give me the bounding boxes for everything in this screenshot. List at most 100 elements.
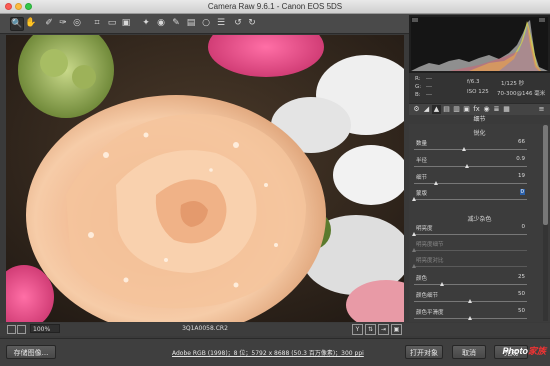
focal-length: 70-300@146 毫米 xyxy=(497,91,546,97)
before-after-icon[interactable]: Y xyxy=(352,324,363,335)
rgb-g-value: --- xyxy=(426,84,432,90)
slider-label: 颜色平滑度 xyxy=(416,310,444,316)
bottom-bar: 存储图像... Adobe RGB (1998)；8 位；5792 x 8688… xyxy=(0,338,550,366)
right-panel: R: --- G: --- B: --- f/6.3 1/125 秒 ISO 1… xyxy=(409,15,550,322)
adjustment-brush-icon[interactable]: ✎ xyxy=(170,17,182,29)
sharpen-title: 锐化 xyxy=(473,130,486,137)
image-preview[interactable] xyxy=(6,35,404,322)
watermark-logo: Photo家族 xyxy=(502,344,546,357)
section-title: 细节 xyxy=(409,115,550,124)
target-adjust-icon[interactable]: ◎ xyxy=(71,17,83,29)
panel-menu-icon[interactable]: ≡ xyxy=(537,105,546,114)
lens-corrections-tab-icon[interactable]: ▣ xyxy=(462,105,471,114)
slider-value[interactable]: 50 xyxy=(518,291,525,297)
camera-info: R: --- G: --- B: --- f/6.3 1/125 秒 ISO 1… xyxy=(409,73,550,103)
slider-label: 数量 xyxy=(416,141,428,147)
slider-label: 颜色细节 xyxy=(416,293,439,299)
luminance-slider[interactable] xyxy=(412,232,527,236)
preview-statusbar: 100% 3Q1A0058.CR2 Y ⇅ ⇥ ▣ xyxy=(0,323,550,336)
filename: 3Q1A0058.CR2 xyxy=(182,325,228,332)
scrollbar-thumb[interactable] xyxy=(543,125,548,225)
swap-settings-icon[interactable]: ⇅ xyxy=(365,324,376,335)
slider-thumb[interactable] xyxy=(468,299,472,303)
noise-reduction-title: 减少杂色 xyxy=(467,216,492,223)
slider-label: 细节 xyxy=(416,175,428,181)
shutter-speed: 1/125 秒 xyxy=(501,81,525,87)
transform-icon[interactable]: ▣ xyxy=(120,17,132,29)
slider-thumb[interactable] xyxy=(462,147,466,151)
rgb-r-value: --- xyxy=(426,76,432,82)
slider-value[interactable]: 25 xyxy=(518,274,525,280)
iso: ISO 125 xyxy=(467,89,489,95)
window-title: Camera Raw 9.6.1 - Canon EOS 5DS xyxy=(207,2,343,11)
rgb-b-value: --- xyxy=(426,92,432,98)
window-titlebar: Camera Raw 9.6.1 - Canon EOS 5DS xyxy=(0,0,550,14)
rgb-r-label: R: xyxy=(415,76,421,82)
camera-calibration-tab-icon[interactable]: ◉ xyxy=(482,105,491,114)
color-detail-slider[interactable] xyxy=(414,299,527,303)
graduated-filter-icon[interactable]: ▤ xyxy=(185,17,197,29)
rotate-right-icon[interactable]: ↻ xyxy=(246,17,258,29)
slider-label: 明亮度 xyxy=(416,226,433,232)
preferences-icon[interactable]: ☰ xyxy=(215,17,227,29)
amount-slider[interactable] xyxy=(414,147,527,151)
slider-value[interactable]: 50 xyxy=(518,308,525,314)
split-toning-tab-icon[interactable]: ▥ xyxy=(452,105,461,114)
slider-thumb[interactable] xyxy=(465,164,469,168)
slider-label: 蒙版 xyxy=(416,191,428,197)
tone-curve-tab-icon[interactable]: ◢ xyxy=(422,105,431,114)
slider-value[interactable]: 19 xyxy=(518,173,525,179)
straighten-icon[interactable]: ▭ xyxy=(106,17,118,29)
spot-removal-icon[interactable]: ✦ xyxy=(140,17,152,29)
slider-value[interactable]: 0 xyxy=(522,224,526,230)
radial-filter-icon[interactable]: ○ xyxy=(200,17,212,29)
basic-tab-icon[interactable]: ⚙ xyxy=(412,105,421,114)
slider-value[interactable]: 66 xyxy=(518,139,525,145)
slider-thumb xyxy=(412,248,416,252)
slider-label: 颜色 xyxy=(416,276,428,282)
effects-tab-icon[interactable]: fx xyxy=(472,105,481,114)
color-slider[interactable] xyxy=(414,282,527,286)
color-sampler-icon[interactable]: ✑ xyxy=(57,17,69,29)
flower-photo xyxy=(6,35,404,322)
copy-settings-icon[interactable]: ⇥ xyxy=(378,324,389,335)
slider-label: 半径 xyxy=(416,158,428,164)
save-image-button[interactable]: 存储图像... xyxy=(6,345,56,359)
presets-tab-icon[interactable]: ≣ xyxy=(492,105,501,114)
slider-value[interactable]: 0.9 xyxy=(516,156,525,162)
open-object-button[interactable]: 打开对象 xyxy=(405,345,443,359)
watermark-accent: 家族 xyxy=(527,346,546,356)
white-balance-icon[interactable]: ✐ xyxy=(43,17,55,29)
slider-thumb[interactable] xyxy=(468,316,472,320)
slider-thumb[interactable] xyxy=(412,197,416,201)
panel-scrollbar[interactable] xyxy=(543,125,548,321)
histogram xyxy=(409,15,550,73)
slider-thumb[interactable] xyxy=(434,181,438,185)
masking-slider[interactable] xyxy=(412,197,527,201)
color-smoothness-slider[interactable] xyxy=(414,316,527,320)
slider-label: 明亮度细节 xyxy=(416,242,444,248)
detail-tab-icon[interactable]: ▲ xyxy=(432,105,441,114)
hand-icon[interactable]: ✋ xyxy=(25,17,37,29)
detail-slider[interactable] xyxy=(414,181,527,185)
hsl-tab-icon[interactable]: ▤ xyxy=(442,105,451,114)
rotate-left-icon[interactable]: ↺ xyxy=(232,17,244,29)
watermark-main: Photo xyxy=(502,346,528,356)
workflow-options-link[interactable]: Adobe RGB (1998)；8 位；5792 x 8688 (50.3 百… xyxy=(172,348,364,357)
crop-icon[interactable]: ⌗ xyxy=(91,17,103,29)
luminance-contrast-slider xyxy=(412,264,527,268)
slider-label: 明亮度对比 xyxy=(416,258,444,264)
toggle-settings-icon[interactable]: ▣ xyxy=(391,324,402,335)
rgb-g-label: G: xyxy=(415,84,422,90)
radius-slider[interactable] xyxy=(414,164,527,168)
slider-value[interactable]: 0 xyxy=(519,189,525,195)
red-eye-icon[interactable]: ◉ xyxy=(155,17,167,29)
zoom-icon[interactable]: 🔍 xyxy=(10,17,24,31)
slider-thumb[interactable] xyxy=(440,282,444,286)
slider-thumb xyxy=(412,264,416,268)
slider-thumb[interactable] xyxy=(412,232,416,236)
aperture: f/6.3 xyxy=(467,79,480,85)
rgb-b-label: B: xyxy=(415,92,421,98)
cancel-button[interactable]: 取消 xyxy=(452,345,486,359)
snapshots-tab-icon[interactable]: ▦ xyxy=(502,105,511,114)
